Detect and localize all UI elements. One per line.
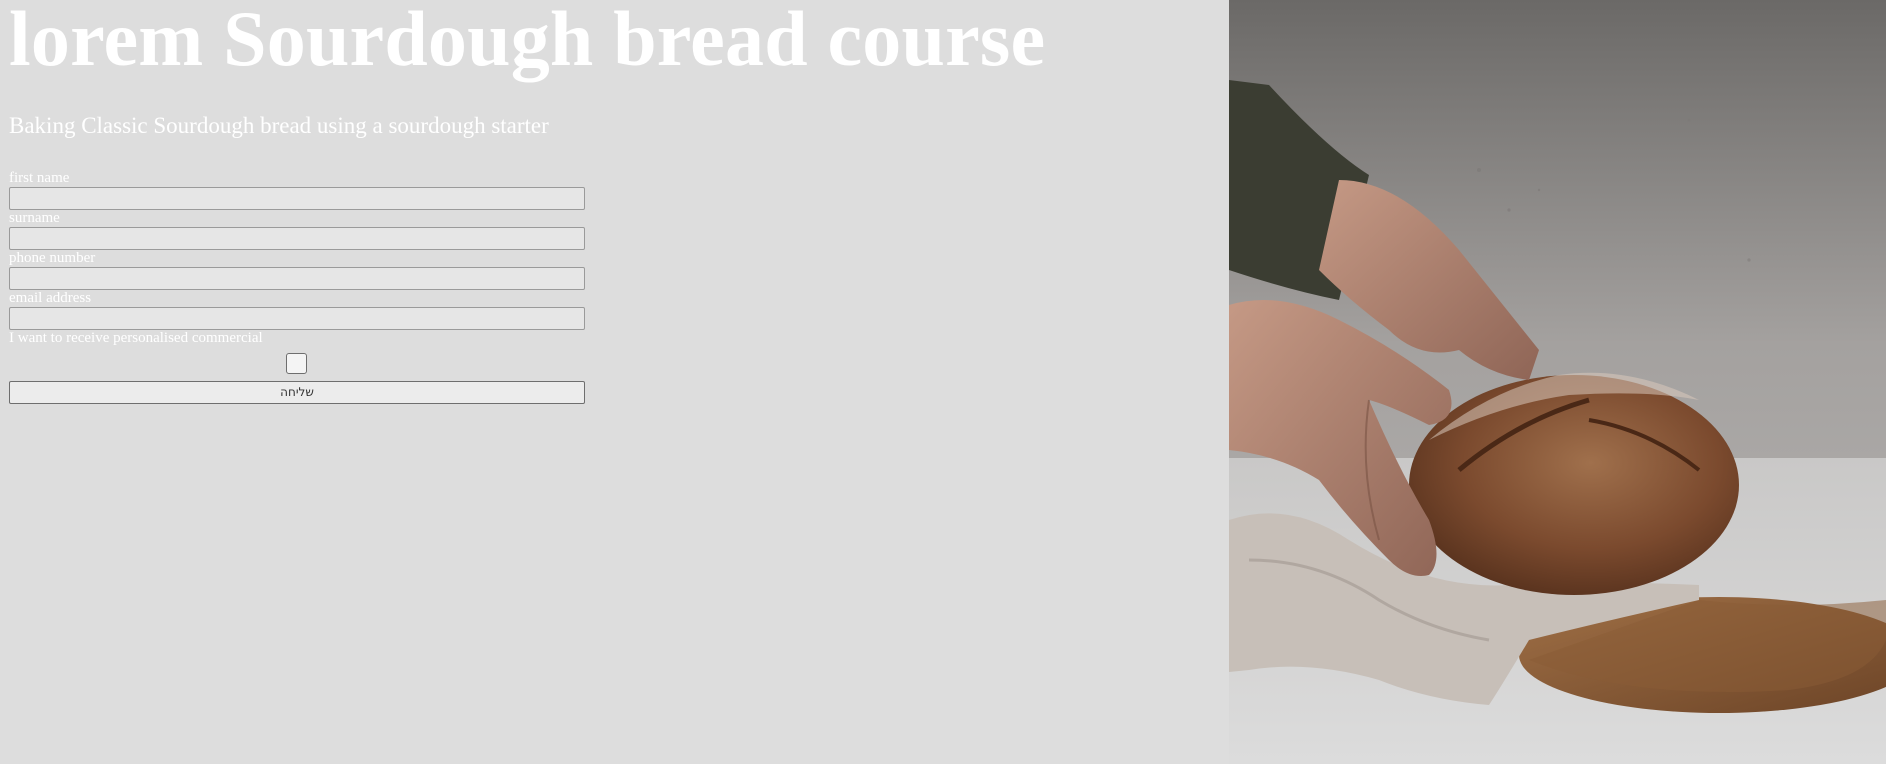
- signup-form: first name surname phone number email ad…: [9, 170, 585, 404]
- page-subtitle: Baking Classic Sourdough bread using a s…: [9, 113, 549, 138]
- surname-label: surname: [9, 210, 60, 226]
- first-name-input[interactable]: [9, 187, 585, 210]
- page-title: lorem Sourdough bread course: [9, 0, 1046, 82]
- email-address-input[interactable]: [9, 307, 585, 330]
- form-panel: lorem Sourdough bread course Baking Clas…: [0, 0, 1229, 764]
- email-address-label: email address: [9, 290, 92, 306]
- sourdough-photo: [1229, 0, 1886, 764]
- sourdough-photo-illustration: [1229, 0, 1886, 764]
- marketing-consent-checkbox[interactable]: [286, 353, 307, 374]
- phone-number-input[interactable]: [9, 267, 585, 290]
- first-name-label: first name: [9, 170, 70, 186]
- submit-button[interactable]: שליחה: [9, 381, 585, 404]
- landing-page: lorem Sourdough bread course Baking Clas…: [0, 0, 1886, 764]
- marketing-consent-row: [9, 347, 585, 379]
- phone-number-label: phone number: [9, 250, 96, 266]
- marketing-consent-label: I want to receive personalised commercia…: [9, 330, 263, 346]
- surname-input[interactable]: [9, 227, 585, 250]
